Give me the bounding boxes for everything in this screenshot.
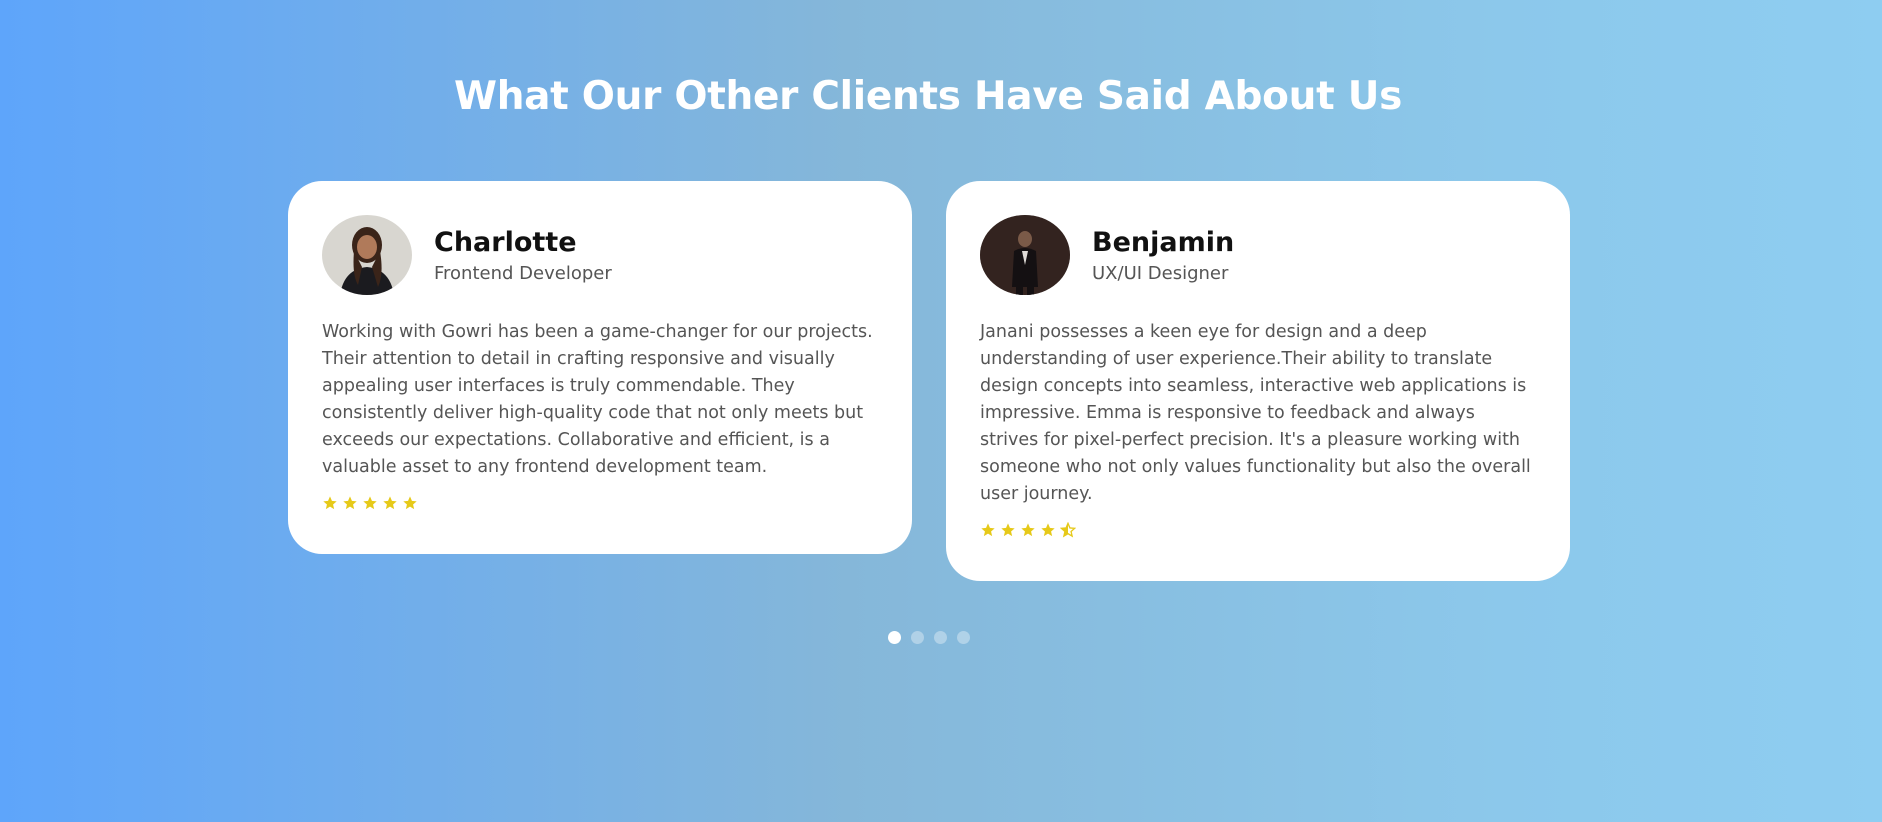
star-icon	[362, 495, 378, 511]
star-icon	[980, 522, 996, 538]
star-rating	[980, 522, 1536, 538]
reviewer-name: Charlotte	[434, 226, 577, 258]
carousel-dot-4[interactable]	[957, 631, 970, 644]
card-header: Benjamin UX/UI Designer	[980, 215, 1536, 295]
star-icon	[322, 495, 338, 511]
card-header: Charlotte Frontend Developer	[322, 215, 878, 295]
reviewer-role: Frontend Developer	[434, 262, 612, 284]
star-icon	[1000, 522, 1016, 538]
carousel-dot-3[interactable]	[934, 631, 947, 644]
carousel-pagination	[888, 631, 970, 644]
star-icon	[402, 495, 418, 511]
reviewer-name: Benjamin	[1092, 226, 1235, 258]
carousel-dot-2[interactable]	[911, 631, 924, 644]
star-icon	[342, 495, 358, 511]
carousel-dot-1[interactable]	[888, 631, 901, 644]
avatar	[980, 215, 1070, 295]
reviewer-role: UX/UI Designer	[1092, 262, 1229, 284]
star-rating	[322, 495, 878, 511]
star-half-icon	[1060, 522, 1076, 538]
star-icon	[1020, 522, 1036, 538]
avatar	[322, 215, 412, 295]
section-title: What Our Other Clients Have Said About U…	[453, 74, 1403, 119]
star-icon	[1040, 522, 1056, 538]
testimonial-quote: Janani possesses a keen eye for design a…	[980, 322, 1531, 504]
star-icon	[382, 495, 398, 511]
testimonial-card: Charlotte Frontend Developer Working wit…	[288, 181, 912, 554]
testimonial-card: Benjamin UX/UI Designer Janani possesses…	[946, 181, 1570, 581]
testimonial-quote: Working with Gowri has been a game-chang…	[322, 322, 873, 477]
